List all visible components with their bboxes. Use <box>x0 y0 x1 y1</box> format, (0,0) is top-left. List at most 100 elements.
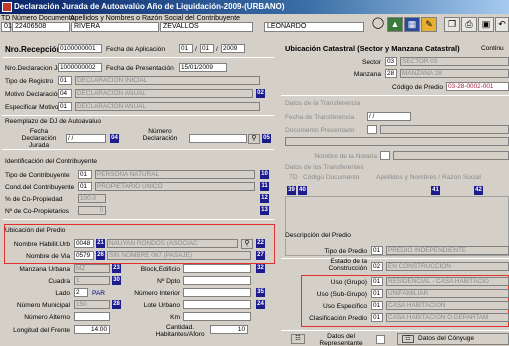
nalt-input[interactable] <box>74 312 110 321</box>
conyuge-button[interactable]: ☷ Datos del Cónyuge <box>397 333 509 345</box>
representante-checkbox[interactable] <box>376 335 385 344</box>
search-icon[interactable]: ⚲ <box>248 134 260 144</box>
pencil-icon[interactable]: ✎ <box>421 17 437 32</box>
uso-grupo-code[interactable]: 01 <box>371 277 383 286</box>
pct-input[interactable]: 100.0 <box>78 194 106 203</box>
save-icon[interactable]: ▣ <box>478 17 494 32</box>
lote-badge: 24 <box>256 300 265 309</box>
manzana-cat-label: Manzana <box>353 71 381 78</box>
clasificacion-code[interactable]: 01 <box>371 313 383 322</box>
recepcion-input[interactable]: 0100000001 <box>58 44 102 53</box>
lote-input[interactable] <box>183 300 251 309</box>
aplicacion-year[interactable]: 2009 <box>221 44 245 53</box>
contribuyente-title: Identificación del Contribuyente <box>5 158 98 165</box>
tipo-registro-code[interactable]: 01 <box>58 76 72 85</box>
tipo-predio-code[interactable]: 01 <box>371 246 383 255</box>
doc-presentado-value <box>380 125 509 134</box>
reemplazo-numero-input[interactable] <box>189 134 247 143</box>
ncop-badge: 13 <box>260 206 269 215</box>
tipo-predio-value: PREDIO INDEPENDIENTE <box>386 246 509 255</box>
reemplazo-fecha-label: Fecha Declaración Jurada <box>21 128 57 149</box>
representante-label: Datos del Representante Legal <box>319 333 363 346</box>
divider <box>2 219 274 220</box>
lado-code[interactable]: 2 <box>74 288 88 297</box>
habilitacion-label: Nombre Habilit.Urb <box>13 241 70 248</box>
uso-subgrupo-label: Uso (Sub-Grupo) <box>316 291 367 298</box>
representante-icon[interactable]: ☷ <box>291 334 305 344</box>
aplicacion-day[interactable]: 01 <box>179 44 193 53</box>
especificar-code[interactable]: 01 <box>58 102 72 111</box>
manzana-input[interactable]: MZ <box>74 264 110 273</box>
header-name3: LEONARDO <box>264 22 364 32</box>
presentacion-label: Fecha de Presentación <box>106 65 174 72</box>
tipo-contrib-label: Tipo de Contribuyente <box>5 172 70 179</box>
header-td-label: TD <box>1 15 11 22</box>
reemplazo-number-badge-2: 05 <box>262 134 271 143</box>
date-sep: / <box>216 46 218 53</box>
uso-subgrupo-code[interactable]: 01 <box>371 289 383 298</box>
via-code[interactable]: 0579 <box>74 251 94 260</box>
copy-icon[interactable]: ❐ <box>444 17 460 32</box>
uso-subgrupo-value: UNIFAMILIAR <box>386 289 509 298</box>
cond-contrib-code[interactable]: 01 <box>78 182 92 191</box>
habilitacion-badge: 21 <box>96 239 105 248</box>
especificar-value: DECLARACION ANUAL <box>75 102 260 111</box>
block-label: Block,Edificio <box>140 266 180 273</box>
via-value: SIN NOMBRE 087 (PASAJE) <box>107 251 251 260</box>
presentacion-input[interactable]: 15/01/2009 <box>179 63 227 72</box>
binoculars-icon[interactable]: ◯ <box>370 17 386 32</box>
tree-icon[interactable]: ▲ <box>387 17 403 32</box>
grid-icon[interactable]: ▦ <box>404 17 420 32</box>
window: Declaración Jurada de Autoavalúo Año de … <box>0 0 509 346</box>
longitud-input[interactable]: 14.00 <box>74 325 110 334</box>
transf-badge-39: 39 <box>287 186 296 195</box>
cantidad-input[interactable]: 10 <box>210 325 248 334</box>
reemplazo-fecha-input[interactable]: / / <box>66 134 106 143</box>
transferencia-title: Datos de la Transferencia <box>285 100 361 107</box>
pct-label: % de Co-Propiedad <box>5 196 63 203</box>
doc-presentado-label: Documento Presentado <box>285 127 355 134</box>
uso-especifico-code[interactable]: 01 <box>371 301 383 310</box>
ncop-label: Nº de Co-Propietarios <box>5 208 69 215</box>
print-icon[interactable]: ⎙ <box>461 17 477 32</box>
sector-code[interactable]: 03 <box>385 57 397 66</box>
undo-icon[interactable]: ↶ <box>495 17 509 32</box>
nro-dj-input[interactable]: 1000000002 <box>58 63 102 72</box>
motivo-code[interactable]: 04 <box>58 89 72 98</box>
header-doc-label: Número Documento <box>12 15 75 22</box>
clasificacion-value: CASA HABITACION O DEPARTAM <box>386 313 509 322</box>
manzana-cat-code[interactable]: 28 <box>385 69 397 78</box>
lado-text: PAR <box>92 290 106 297</box>
cuadra-input[interactable]: 1 <box>74 276 110 285</box>
notaria-code[interactable] <box>380 151 390 160</box>
nmun-input[interactable]: 150 <box>74 300 110 309</box>
transf-badge-41: 41 <box>431 186 440 195</box>
dpto-input[interactable] <box>183 276 251 285</box>
tipo-contrib-code[interactable]: 01 <box>78 170 92 179</box>
interior-input[interactable] <box>183 288 251 297</box>
window-title: Declaración Jurada de Autoavalúo Año de … <box>14 2 285 11</box>
fecha-transf-input[interactable]: / / <box>367 112 411 121</box>
habilitacion-code[interactable]: 0048 <box>74 239 94 248</box>
reemplazo-title: Reemplazo de DJ de Autoavaluo <box>5 118 102 125</box>
block-input[interactable] <box>183 264 251 273</box>
reemplazo-number-badge-1: 04 <box>110 134 119 143</box>
via-badge-2: 27 <box>256 251 265 260</box>
divider <box>2 149 274 150</box>
km-input[interactable] <box>183 312 251 321</box>
header-doc-value: 22406508 <box>12 22 70 32</box>
cond-contrib-value: PROPIETARIO UNICO <box>95 182 255 191</box>
search-icon[interactable]: ⚲ <box>241 239 253 249</box>
uso-especifico-value: CASA HABITACION <box>386 301 509 310</box>
codigo-predio-label: Código de Predio <box>392 84 443 91</box>
dpto-label: Nº Dpto <box>157 278 180 285</box>
doc-presentado-code[interactable] <box>367 125 377 134</box>
ncop-input[interactable]: 0 <box>78 206 106 215</box>
col-apellidos: Apellidos y Nombres / Razón Social <box>376 174 481 181</box>
nalt-label: Número Alterno <box>24 314 70 321</box>
codigo-predio-value: 03-28-0002-001 <box>446 82 509 91</box>
estado-code[interactable]: 02 <box>371 262 383 271</box>
tipo-registro-value: DECLARACION INICIAL <box>75 76 260 85</box>
aplicacion-month[interactable]: 01 <box>200 44 214 53</box>
transf-badge-42: 42 <box>474 186 483 195</box>
